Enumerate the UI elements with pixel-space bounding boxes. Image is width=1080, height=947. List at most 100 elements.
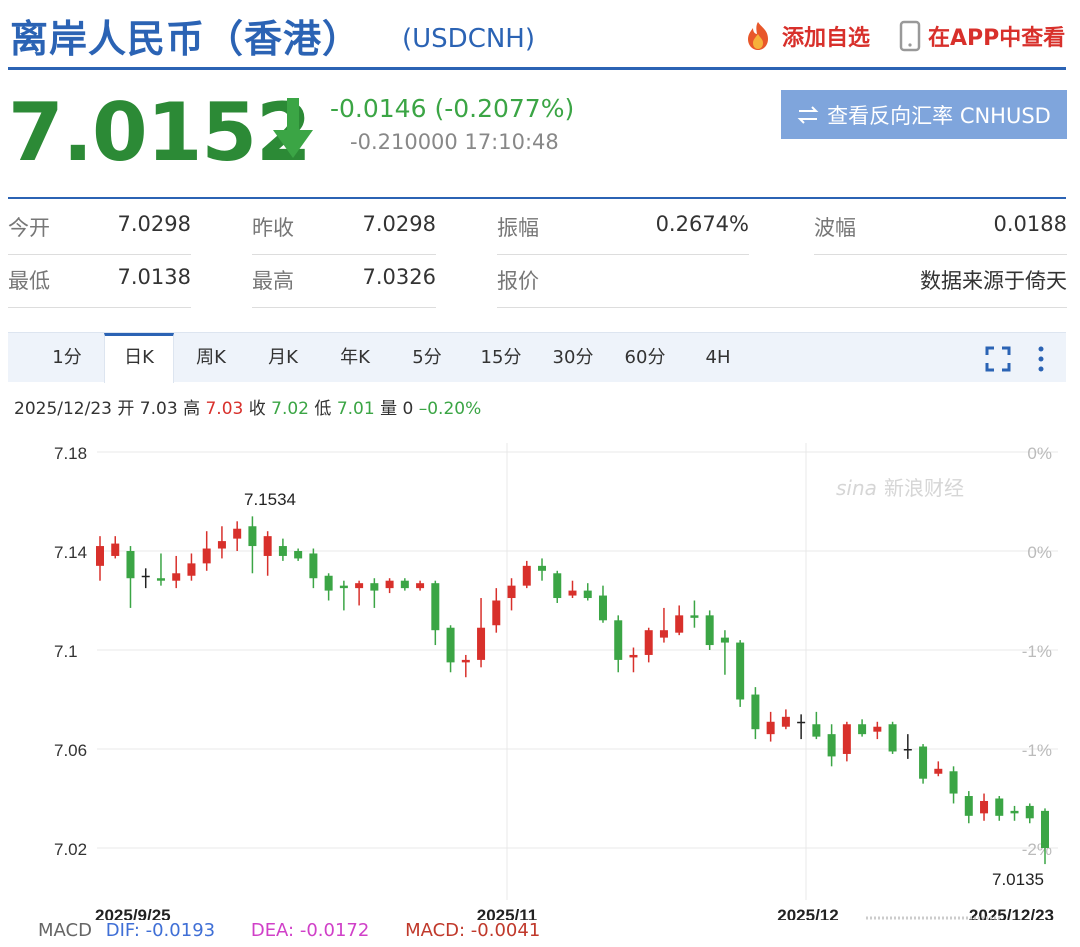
x-tick-label: 2025/12/23	[969, 906, 1054, 920]
ohlc-percent: –0.20%	[418, 399, 482, 419]
candle-body	[675, 615, 684, 633]
macd-dif: DIF: -0.0193	[105, 920, 216, 941]
candle-body	[964, 796, 973, 816]
candle-body	[233, 528, 242, 539]
y-tick-label: 7.14	[54, 543, 87, 562]
candle-body	[187, 563, 196, 576]
candle-body	[339, 585, 348, 589]
add-watchlist-button[interactable]: 添加自选	[740, 20, 870, 52]
tab-60min[interactable]: 60分	[614, 333, 676, 383]
pct-tick-label: -1%	[1022, 741, 1052, 760]
candle-body	[1010, 810, 1019, 814]
stat-quote-label: 报价	[497, 269, 539, 293]
candle-body	[538, 565, 547, 571]
candle-body	[720, 637, 729, 643]
stat-open: 今开 7.0298	[8, 212, 191, 256]
candle-body	[492, 600, 501, 626]
y-tick-label: 7.06	[54, 741, 87, 760]
view-in-app-button[interactable]: 在APP中查看	[898, 20, 1065, 52]
candle-body	[248, 526, 257, 547]
candle-body	[873, 726, 882, 732]
candle-body	[507, 585, 516, 599]
tab-4h[interactable]: 4H	[692, 333, 744, 383]
candle-body	[736, 642, 745, 700]
stat-high: 最高 7.0326	[252, 265, 436, 309]
candle-body	[812, 724, 821, 737]
candlestick-chart[interactable]: 7.18 0%7.14 0%7.1 -1%7.06 -1%7.02 -2%sina 新浪财经…	[0, 430, 1080, 920]
price-change: -0.0146 (-0.2077%)	[330, 94, 575, 123]
candle-body	[919, 746, 928, 779]
tab-monthly-k[interactable]: 月K	[252, 333, 314, 383]
ohlc-high: 7.03	[205, 399, 244, 419]
candle-body	[324, 575, 333, 591]
instrument-title: 离岸人民币（香港）	[10, 17, 362, 61]
reverse-rate-label: 查看反向汇率 CNHUSD	[827, 103, 1051, 128]
candle-body	[385, 580, 394, 589]
data-source: 数据来源于倚天	[920, 269, 1067, 293]
fullscreen-icon[interactable]	[984, 345, 1012, 373]
last-price-label: 7.0135	[992, 870, 1044, 889]
swap-icon	[797, 105, 819, 124]
candle-body	[522, 565, 531, 586]
ohlc-volume-label: 量	[380, 399, 398, 419]
pct-tick-label: -1%	[1022, 642, 1052, 661]
down-arrow-icon	[273, 98, 313, 158]
ohlc-close: 7.02	[271, 399, 309, 419]
header: 离岸人民币（香港） (USDCNH) 添加自选 在APP中查看	[0, 0, 1080, 70]
candle-body	[1041, 810, 1049, 848]
candle-body	[888, 724, 897, 752]
tab-1min[interactable]: 1分	[38, 333, 96, 383]
view-in-app-label: 在APP中查看	[928, 26, 1066, 51]
candle-body	[614, 620, 623, 660]
x-tick-label: 2025/11	[477, 906, 538, 920]
watermark-logo: sina	[836, 476, 877, 500]
candle-body	[477, 627, 486, 660]
candle-body	[111, 543, 120, 556]
candle-body	[263, 536, 272, 556]
candle-body	[355, 583, 364, 589]
candle-body	[217, 541, 226, 549]
stat-open-label: 今开	[8, 216, 50, 240]
ohlc-volume: 0	[402, 399, 414, 419]
candle-body	[980, 800, 989, 814]
candle-body	[858, 724, 867, 735]
candle-body	[309, 553, 318, 579]
reverse-rate-button[interactable]: 查看反向汇率 CNHUSD	[781, 90, 1067, 139]
candle-body	[629, 654, 638, 658]
stat-prev-close-label: 昨收	[252, 216, 294, 240]
candle-body	[751, 694, 760, 730]
ohlc-open: 7.03	[139, 399, 178, 419]
candle-body	[96, 546, 104, 566]
stat-low-value: 7.0138	[117, 265, 191, 289]
candle-body	[934, 768, 943, 774]
macd-value: MACD: -0.0041	[405, 920, 541, 941]
tab-15min[interactable]: 15分	[470, 333, 532, 383]
candle-body	[141, 575, 150, 578]
tab-yearly-k[interactable]: 年K	[324, 333, 386, 383]
candle-body	[553, 573, 562, 599]
stat-high-label: 最高	[252, 269, 294, 293]
tab-weekly-k[interactable]: 周K	[180, 333, 242, 383]
tab-5min[interactable]: 5分	[398, 333, 456, 383]
candle-body	[172, 573, 181, 581]
ohlc-high-label: 高	[183, 399, 201, 419]
candle-body	[461, 659, 470, 663]
x-tick-label: 2025/9/25	[95, 906, 171, 920]
ohlc-summary: 2025/12/23 开 7.03 高 7.03 收 7.02 低 7.01 量…	[14, 394, 481, 419]
candle-body	[202, 548, 211, 564]
candle-body	[995, 798, 1004, 816]
more-options-icon[interactable]	[1034, 345, 1048, 373]
add-watchlist-label: 添加自选	[782, 26, 871, 51]
pct-tick-label: 0%	[1027, 543, 1052, 562]
tab-30min[interactable]: 30分	[542, 333, 604, 383]
stat-low: 最低 7.0138	[8, 265, 191, 309]
price-subline: -0.210000 17:10:48	[350, 130, 559, 154]
candle-body	[278, 546, 287, 556]
stat-amplitude-value: 0.2674%	[655, 212, 749, 236]
tab-daily-k[interactable]: 日K	[104, 333, 174, 383]
candle-body	[781, 716, 790, 727]
stat-prev-close: 昨收 7.0298	[252, 212, 436, 256]
candle-body	[903, 749, 912, 751]
max-price-label: 7.1534	[244, 490, 296, 509]
y-tick-label: 7.02	[54, 840, 87, 859]
